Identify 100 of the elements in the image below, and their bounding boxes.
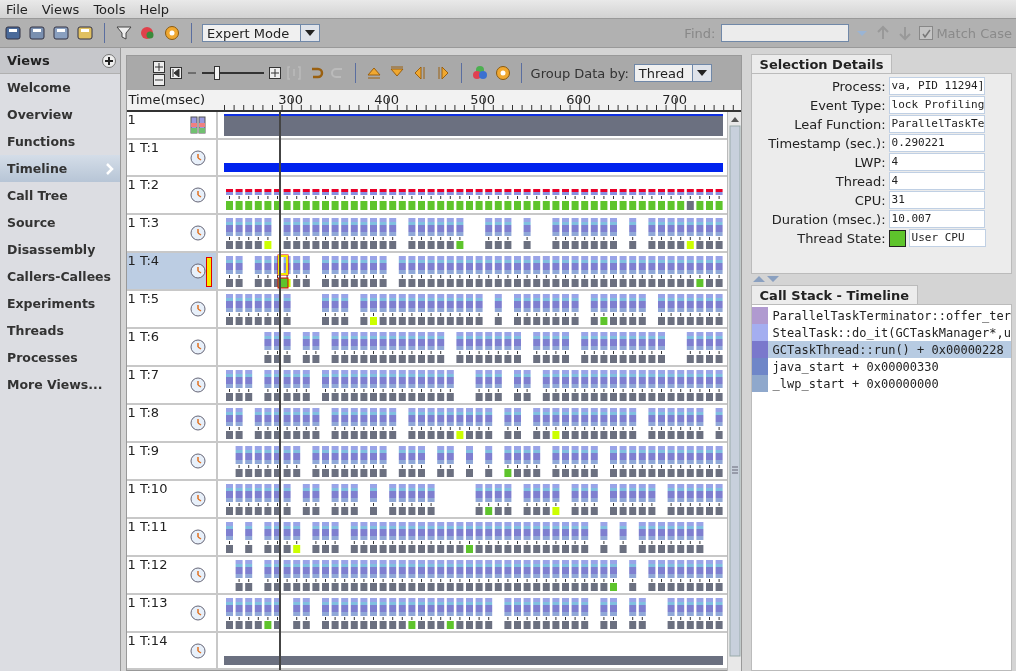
clock-icon [189,529,206,545]
thread-name: 1 T:14 [127,633,168,648]
view-item[interactable]: Call Tree [0,182,120,209]
thread-name: 1 T:12 [127,557,168,572]
plus-icon [270,69,279,77]
field-label: Leaf Function: [793,116,886,132]
thread-name: 1 T:10 [127,481,168,496]
thread-name: 1 T:11 [127,519,168,534]
menu-item[interactable]: Tools [93,1,126,17]
thread-name: 1 T:1 [127,140,160,155]
axis-title: Time(msec) [127,91,207,109]
field-label: Duration (msec.): [770,211,886,227]
thread-label[interactable]: 1 T:11 [126,519,218,555]
splitter-arrows-icon[interactable] [752,276,781,282]
settings-icon[interactable] [163,24,181,42]
axis-tick-label: 600 [566,92,591,107]
call-stack-tab[interactable]: Call Stack - Timeline [750,285,919,304]
selection-details-tab[interactable]: Selection Details [750,54,893,73]
clock-icon [189,415,206,431]
mode-dropdown[interactable]: Expert Mode [202,24,320,42]
clock-icon [189,453,206,469]
plus-icon [154,62,163,71]
views-title: Views [7,53,50,68]
settings-icon[interactable] [493,64,512,82]
clock-icon [189,567,206,583]
clock-icon [189,339,206,355]
group-by-dropdown[interactable]: Thread [633,64,712,82]
menu-item[interactable]: Views [41,1,80,17]
thread-label[interactable]: 1 T:6 [126,329,218,365]
view-item[interactable]: Experiments [0,290,120,317]
thread-label[interactable]: 1 T:4 [126,253,218,289]
field-value: lock Profiling [888,96,985,114]
first-icon [171,69,180,77]
field-value: 0.290221 [888,134,985,152]
thread-label[interactable]: 1 T:1 [126,140,218,175]
clock-icon [189,605,206,621]
field-label: Process: [830,78,886,94]
thread-label[interactable]: 1 T:8 [126,405,218,441]
view-item[interactable]: Overview [0,101,120,128]
thread-label[interactable]: 1 [126,112,218,138]
menu-item[interactable]: Help [139,1,170,17]
slider-thumb[interactable] [213,66,220,80]
axis-tick-label: 400 [374,92,399,107]
view-item[interactable]: Source [0,209,120,236]
zoom-out-button[interactable] [152,73,165,86]
clock-icon [189,491,206,507]
thread-label[interactable]: 1 T:5 [126,291,218,327]
axis-tick-label: 300 [278,92,303,107]
thread-label[interactable]: 1 T:10 [126,481,218,517]
group-by-label: Group Data by: [530,65,629,81]
view-item[interactable]: Threads [0,317,120,344]
field-label: Event Type: [808,97,886,113]
stack-frame[interactable]: _lwp_start + 0x00000000 [751,375,1011,392]
thread-name: 1 T:7 [127,367,160,382]
vertical-scrollbar[interactable] [726,112,741,671]
thread-label[interactable]: 1 T:9 [126,443,218,479]
view-item[interactable]: Disassembly [0,236,120,263]
clock-icon [189,263,206,279]
check-icon [921,28,931,38]
thread-name: 1 [127,112,136,127]
field-value: 4 [888,172,985,190]
stack-frame[interactable]: StealTask::do_it(GCTaskManager*,u [751,324,1011,341]
color-icon[interactable] [470,64,489,82]
bars-icon [189,116,206,134]
time-cursor[interactable] [278,112,281,670]
reset-zoom-button[interactable] [169,67,182,79]
view-item[interactable]: Welcome [0,74,120,101]
field-label: Timestamp (sec.): [767,135,886,151]
thread-name: 1 T:2 [127,177,160,192]
field-value: ParallelTaskTe [888,115,985,133]
zoom-in-button[interactable] [268,67,281,79]
view-item[interactable]: Functions [0,128,120,155]
thread-label[interactable]: 1 T:12 [126,557,218,593]
field-value: 4 [888,153,985,171]
thread-label[interactable]: 1 T:3 [126,215,218,251]
axis-tick-label: 700 [662,92,687,107]
view-item[interactable]: Timeline [0,155,120,182]
view-item[interactable]: Callers-Callees [0,263,120,290]
view-item[interactable]: More Views... [0,371,120,398]
thread-label[interactable]: 1 T:2 [126,177,218,213]
thread-name: 1 T:8 [127,405,160,420]
field-value: 31 [888,191,985,209]
thread-label[interactable]: 1 T:7 [126,367,218,403]
thread-label[interactable]: 1 T:14 [126,633,218,668]
field-value: va, PID 11294] [888,77,985,95]
clock-icon [189,301,206,317]
field-label: LWP: [853,154,886,170]
thread-name: 1 T:5 [127,291,160,306]
zoom-in-button[interactable] [152,60,165,73]
clock-icon [189,225,206,241]
view-item[interactable]: Processes [0,344,120,371]
stack-frame[interactable]: ParallelTaskTerminator::offer_ter [751,307,1011,324]
menu-item[interactable]: File [6,1,28,17]
stack-frame[interactable]: java_start + 0x00000330 [751,358,1011,375]
caret-icon [696,70,707,76]
field-value: 10.007 [888,210,985,228]
thread-label[interactable]: 1 T:13 [126,595,218,631]
filter-icon[interactable] [115,24,133,42]
stack-frame[interactable]: GCTaskThread::run() + 0x00000228 [751,341,1011,358]
add-icon[interactable] [101,53,116,68]
